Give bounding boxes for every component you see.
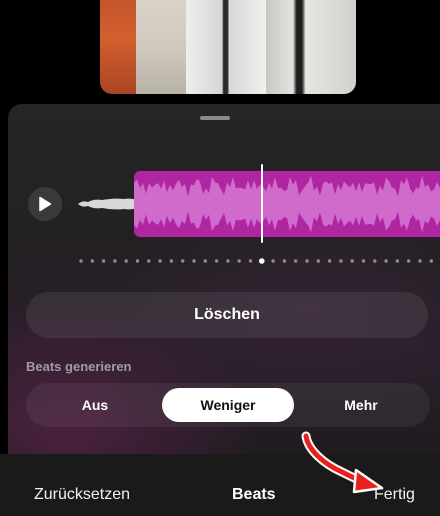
beat-dot — [203, 259, 207, 263]
beat-dot — [158, 259, 162, 263]
video-thumbnail — [186, 0, 266, 94]
audio-waveform[interactable] — [134, 171, 440, 237]
video-thumbnail — [266, 0, 356, 94]
reset-button[interactable]: Zurücksetzen — [34, 486, 130, 504]
beat-dot — [79, 259, 83, 263]
video-thumbnail-strip[interactable] — [100, 0, 356, 94]
beat-dot — [169, 259, 174, 263]
beat-dot — [181, 259, 185, 263]
video-thumbnail — [100, 0, 136, 94]
beat-dot — [147, 259, 151, 263]
beats-editor-screen: Löschen Beats generieren Aus Weniger Meh… — [0, 0, 440, 516]
beat-dot — [384, 259, 388, 263]
option-off[interactable]: Aus — [30, 388, 160, 422]
beat-dot — [316, 259, 320, 263]
beat-dot — [192, 259, 196, 263]
beat-dot — [237, 259, 241, 263]
waveform-unselected — [78, 198, 136, 210]
beat-dot — [350, 259, 354, 263]
beat-dot — [429, 259, 433, 263]
beat-dot — [407, 259, 411, 263]
play-icon — [39, 196, 52, 212]
play-button[interactable] — [28, 187, 62, 221]
beat-dot — [361, 259, 366, 263]
video-thumbnail — [136, 0, 186, 94]
beat-dot — [124, 259, 128, 263]
beats-segmented-control: Aus Weniger Mehr — [26, 383, 430, 427]
beat-dot — [248, 259, 253, 263]
generate-beats-label: Beats generieren — [26, 359, 132, 374]
beat-dot — [226, 259, 230, 263]
option-more[interactable]: Mehr — [296, 388, 426, 422]
beat-dot — [90, 259, 95, 263]
beat-dot — [135, 259, 140, 263]
beat-dot — [418, 259, 422, 263]
sheet-drag-handle[interactable] — [200, 116, 230, 120]
beat-dot — [339, 259, 343, 263]
beat-dot — [113, 259, 117, 263]
beat-dot — [259, 258, 265, 264]
beat-dot — [305, 259, 309, 263]
red-arrow-icon — [301, 431, 384, 494]
beat-dot — [327, 259, 332, 263]
waveform-shape — [134, 175, 440, 233]
beat-dot — [271, 259, 275, 263]
beat-dot — [101, 259, 106, 263]
beat-dot — [395, 259, 400, 263]
beat-dot — [214, 259, 219, 263]
playhead[interactable] — [261, 164, 263, 243]
beat-dot — [373, 259, 377, 263]
beat-markers — [79, 258, 433, 264]
beat-dot — [294, 259, 298, 263]
option-less[interactable]: Weniger — [162, 388, 294, 422]
delete-button[interactable]: Löschen — [26, 292, 428, 338]
toolbar-title: Beats — [232, 486, 276, 503]
waveform-graphic — [134, 175, 440, 233]
beat-dot — [282, 259, 287, 263]
